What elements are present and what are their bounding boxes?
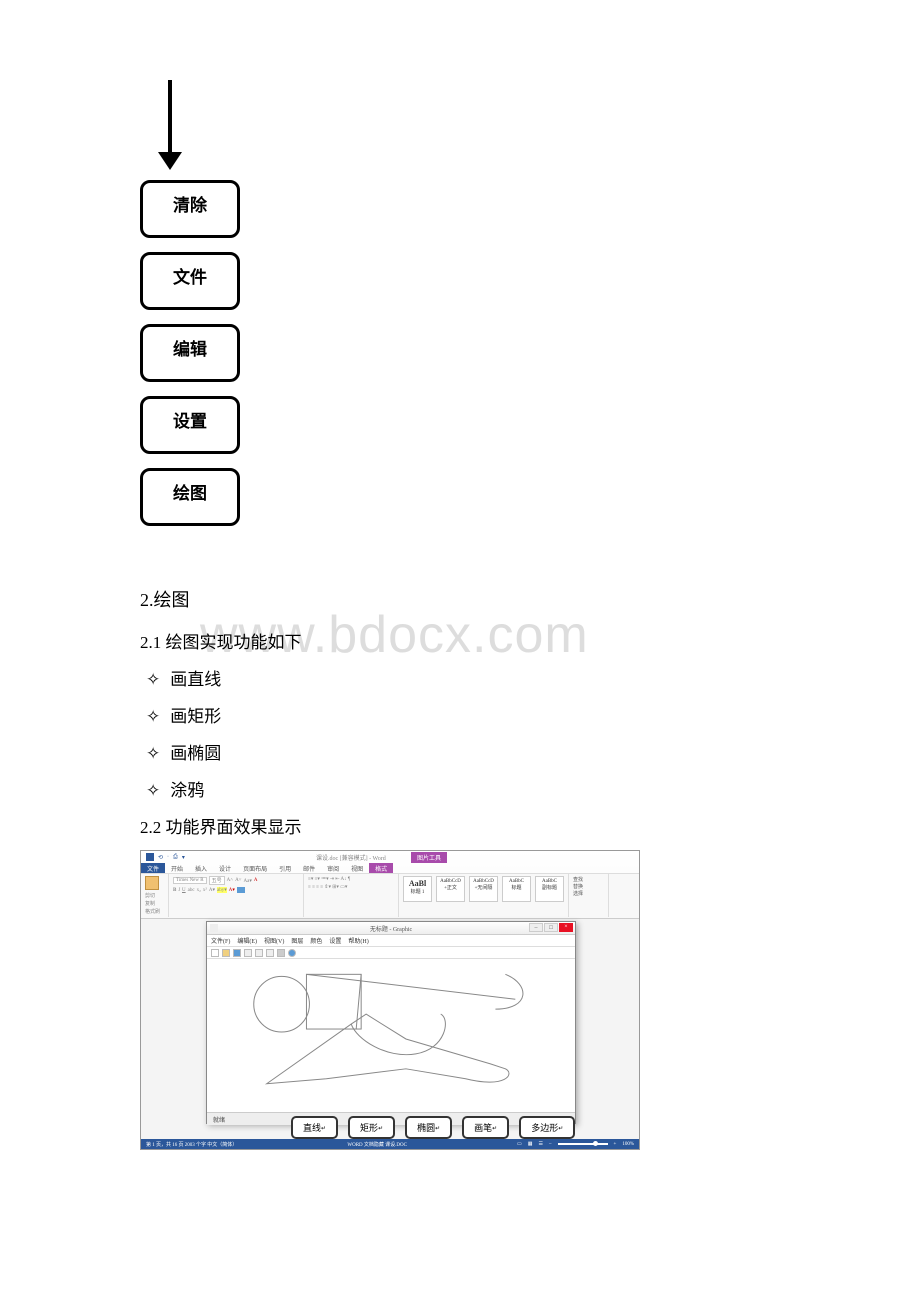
view-print-icon[interactable]: ▦ <box>528 1141 533 1147</box>
view-web-icon[interactable]: ☰ <box>539 1141 543 1147</box>
graphics-toolbar <box>207 947 575 959</box>
tb-print-icon[interactable] <box>277 949 285 957</box>
section-2-1-title: 2.1 绘图实现功能如下 <box>140 628 780 653</box>
word-status-center: WORD 文档隐藏 课设.DOC <box>347 1141 407 1148</box>
ribbon-paragraph: ≡▾ ≡▾ ≔▾ ⇥ ⇤ A↓ ¶ ≡ ≡ ≡ ≡ ⇕▾ ⊞▾ ▭▾ <box>304 874 399 917</box>
picture-tools-tab: 图片工具 <box>411 852 447 863</box>
zoom-slider[interactable] <box>558 1143 608 1145</box>
bullet-ellipse: 画椭圆 <box>140 739 780 764</box>
gmenu-file[interactable]: 文件(F) <box>211 936 230 945</box>
word-screenshot: ⟲·⎙▾ 课设.doc [兼容模式] - Word 图片工具 文件 开始 插入 … <box>140 850 640 1150</box>
status-ready: 就绪 <box>213 1115 225 1124</box>
box-file: 文件 <box>140 252 240 310</box>
graphics-canvas[interactable] <box>207 959 575 1112</box>
box-settings: 设置 <box>140 396 240 454</box>
box-clear: 清除 <box>140 180 240 238</box>
tool-rect-button[interactable]: 矩形↵ <box>348 1116 395 1139</box>
paste-icon[interactable] <box>145 876 159 890</box>
tool-polygon-button[interactable]: 多边形↵ <box>519 1116 575 1139</box>
arrow-down-icon <box>155 80 185 170</box>
font-name-select[interactable]: Times New R <box>173 877 207 884</box>
word-ribbon-area: ⟲·⎙▾ 课设.doc [兼容模式] - Word 图片工具 文件 开始 插入 … <box>141 851 639 919</box>
close-button[interactable]: × <box>559 923 573 932</box>
app-icon <box>210 924 218 932</box>
tool-line-button[interactable]: 直线↵ <box>291 1116 338 1139</box>
word-icon <box>146 853 154 861</box>
graphics-app-window: 无标题 - Graphic – □ × 文件(F) 编辑(E) 视图(V) 图层… <box>206 921 576 1124</box>
section-2-title: 2.绘图 <box>140 586 780 612</box>
gmenu-help[interactable]: 帮助(H) <box>348 936 368 945</box>
tb-save-icon[interactable] <box>233 949 241 957</box>
tb-open-icon[interactable] <box>222 949 230 957</box>
style-title[interactable]: AaBbC标题 <box>502 876 531 902</box>
bullet-line: 画直线 <box>140 665 780 690</box>
gmenu-settings[interactable]: 设置 <box>329 936 341 945</box>
ribbon-editing: 查找 替换 选择 <box>569 874 609 917</box>
section-2-2-title: 2.2 功能界面效果显示 <box>140 813 780 838</box>
zoom-value: 100% <box>622 1142 634 1147</box>
box-edit: 编辑 <box>140 324 240 382</box>
view-readmode-icon[interactable]: ▭ <box>517 1141 522 1147</box>
word-quick-access: ⟲·⎙▾ <box>146 853 185 861</box>
tb-paste-icon[interactable] <box>266 949 274 957</box>
gmenu-edit[interactable]: 编辑(E) <box>237 936 257 945</box>
word-status-left: 第 1 页，共 16 页 2003 个字 中文（简体） <box>146 1141 237 1148</box>
box-list: 清除 文件 编辑 设置 绘图 <box>140 180 780 526</box>
style-subtitle[interactable]: AaBbC副标题 <box>535 876 564 902</box>
tb-cut-icon[interactable] <box>244 949 252 957</box>
style-body[interactable]: AaBbCcD+正文 <box>436 876 465 902</box>
gmenu-color[interactable]: 颜色 <box>310 936 322 945</box>
font-size-select[interactable]: 五号 <box>209 876 225 885</box>
minimize-button[interactable]: – <box>529 923 543 932</box>
tb-help-icon[interactable] <box>288 949 296 957</box>
style-h1[interactable]: AaBl标题 1 <box>403 876 432 902</box>
gmenu-view[interactable]: 视图(V) <box>264 936 284 945</box>
ribbon-font: Times New R 五号 A˄A˅Aa▾ A B I U abc x₂ x²… <box>169 874 304 917</box>
graphics-menubar: 文件(F) 编辑(E) 视图(V) 图层 颜色 设置 帮助(H) <box>207 935 575 947</box>
ribbon-styles: AaBl标题 1 AaBbCcD+正文 AaBbCcD+无间隔 AaBbC标题 … <box>399 874 569 917</box>
tb-new-icon[interactable] <box>211 949 219 957</box>
bullet-rect: 画矩形 <box>140 702 780 727</box>
graphics-titlebar: 无标题 - Graphic – □ × <box>207 922 575 935</box>
tool-button-row: 直线↵ 矩形↵ 椭圆↵ 画笔↵ 多边形↵ <box>291 1116 575 1139</box>
maximize-button[interactable]: □ <box>544 923 558 932</box>
style-nospace[interactable]: AaBbCcD+无间隔 <box>469 876 498 902</box>
gmenu-layer[interactable]: 图层 <box>291 936 303 945</box>
word-title: 课设.doc [兼容模式] - Word <box>316 853 386 862</box>
box-draw: 绘图 <box>140 468 240 526</box>
tb-copy-icon[interactable] <box>255 949 263 957</box>
word-statusbar: 第 1 页，共 16 页 2003 个字 中文（简体） WORD 文档隐藏 课设… <box>141 1139 639 1149</box>
word-ribbon: 剪切 复制 格式刷 Times New R 五号 A˄A˅Aa▾ A B I U… <box>141 873 639 917</box>
tool-ellipse-button[interactable]: 椭圆↵ <box>405 1116 452 1139</box>
tool-brush-button[interactable]: 画笔↵ <box>462 1116 509 1139</box>
ribbon-clipboard: 剪切 复制 格式刷 <box>141 874 169 917</box>
bullet-doodle: 涂鸦 <box>140 776 780 801</box>
